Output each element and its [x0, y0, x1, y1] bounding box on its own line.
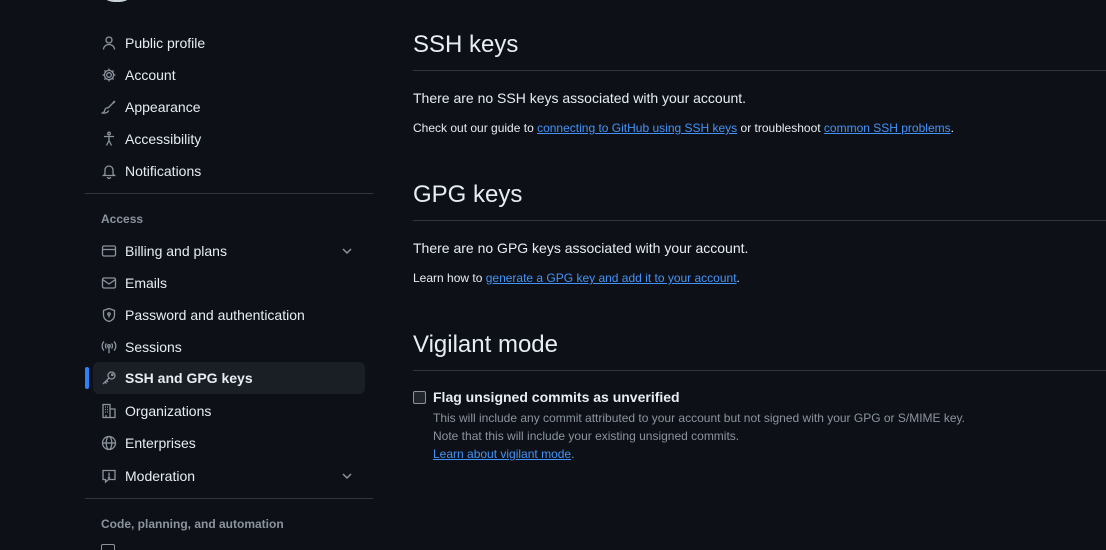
chevron-down-icon[interactable]	[339, 243, 355, 259]
ssh-help-suffix: .	[950, 121, 954, 135]
sidebar-item-emails[interactable]: Emails	[93, 267, 365, 299]
gear-icon	[101, 67, 117, 83]
sidebar-item-password-auth[interactable]: Password and authentication	[93, 299, 365, 331]
ssh-help-text: Check out our guide to connecting to Git…	[413, 121, 954, 135]
sidebar-item-appearance[interactable]: Appearance	[93, 91, 365, 123]
sidebar-divider	[85, 193, 373, 194]
section-divider	[413, 220, 1106, 221]
section-divider	[413, 70, 1106, 71]
sidebar-item-enterprises[interactable]: Enterprises	[93, 427, 365, 459]
sidebar-item-accessibility[interactable]: Accessibility	[93, 123, 365, 155]
ssh-keys-title: SSH keys	[413, 31, 519, 58]
ssh-help-middle: or troubleshoot	[737, 121, 824, 135]
report-icon	[101, 468, 117, 484]
sidebar-item-account[interactable]: Account	[93, 59, 365, 91]
sidebar-item-organizations[interactable]: Organizations	[93, 395, 365, 427]
sidebar-item-label: Organizations	[125, 403, 212, 419]
sidebar-item-label: Emails	[125, 275, 168, 291]
sidebar-item-label: Sessions	[125, 339, 182, 355]
vigilant-mode-link[interactable]: Learn about vigilant mode	[433, 447, 571, 461]
sidebar-item-ssh-gpg-keys[interactable]: SSH and GPG keys	[93, 362, 365, 394]
sidebar-group-title-access: Access	[101, 212, 144, 226]
gpg-empty-message: There are no GPG keys associated with yo…	[413, 240, 749, 256]
sidebar-item-moderation[interactable]: Moderation	[93, 460, 365, 492]
sidebar-item-label: Public profile	[125, 35, 206, 51]
vigilant-learn-suffix: .	[571, 447, 575, 461]
key-icon	[101, 370, 117, 386]
gpg-help-text: Learn how to generate a GPG key and add …	[413, 271, 740, 285]
flag-unsigned-label[interactable]: Flag unsigned commits as unverified	[433, 389, 680, 405]
credit-card-icon	[101, 243, 117, 259]
sidebar-item-billing[interactable]: Billing and plans	[93, 235, 365, 267]
gpg-keys-title: GPG keys	[413, 181, 523, 208]
sidebar-item-notifications[interactable]: Notifications	[93, 155, 365, 187]
vigilant-mode-title: Vigilant mode	[413, 331, 558, 358]
ssh-empty-message: There are no SSH keys associated with yo…	[413, 90, 747, 106]
bell-icon	[101, 163, 117, 179]
organization-icon	[101, 403, 117, 419]
vigilant-description: This will include any commit attributed …	[433, 411, 966, 425]
ssh-guide-link[interactable]: connecting to GitHub using SSH keys	[537, 121, 737, 135]
sidebar-item-label: Password and authentication	[125, 307, 305, 323]
sidebar-item-label: Enterprises	[125, 435, 196, 451]
section-divider	[413, 370, 1106, 371]
sidebar-group-title-code: Code, planning, and automation	[101, 517, 284, 531]
flag-unsigned-checkbox[interactable]	[413, 391, 426, 404]
sidebar-item-label: Moderation	[125, 468, 196, 484]
chevron-down-icon[interactable]	[339, 468, 355, 484]
ssh-troubleshoot-link[interactable]: common SSH problems	[824, 121, 951, 135]
sidebar-item-sessions[interactable]: Sessions	[93, 331, 365, 363]
globe-icon	[101, 435, 117, 451]
paintbrush-icon	[101, 99, 117, 115]
gpg-generate-link[interactable]: generate a GPG key and add it to your ac…	[486, 271, 737, 285]
settings-sidebar: Public profile Account Appearance Access…	[85, 0, 373, 550]
main-content: SSH keys There are no SSH keys associate…	[413, 0, 1106, 548]
accessibility-icon	[101, 131, 117, 147]
sidebar-item-label: Notifications	[125, 163, 202, 179]
sidebar-divider	[85, 498, 373, 499]
gpg-help-prefix: Learn how to	[413, 271, 486, 285]
broadcast-icon	[101, 339, 117, 355]
active-indicator	[85, 367, 89, 389]
sidebar-item-label: Appearance	[125, 99, 201, 115]
partial-icon	[101, 544, 115, 550]
sidebar-item-label: Account	[125, 67, 176, 83]
gpg-help-suffix: .	[736, 271, 740, 285]
vigilant-learn-more: Learn about vigilant mode.	[433, 447, 574, 461]
ssh-help-prefix: Check out our guide to	[413, 121, 538, 135]
person-icon	[101, 35, 117, 51]
sidebar-item-label: Accessibility	[125, 131, 202, 147]
sidebar-item-label: Billing and plans	[125, 243, 227, 259]
sidebar-item-label: SSH and GPG keys	[125, 370, 253, 386]
mail-icon	[101, 275, 117, 291]
vigilant-note: Note that this will include your existin…	[433, 429, 740, 443]
sidebar-item-public-profile[interactable]: Public profile	[93, 27, 365, 59]
shield-lock-icon	[101, 307, 117, 323]
